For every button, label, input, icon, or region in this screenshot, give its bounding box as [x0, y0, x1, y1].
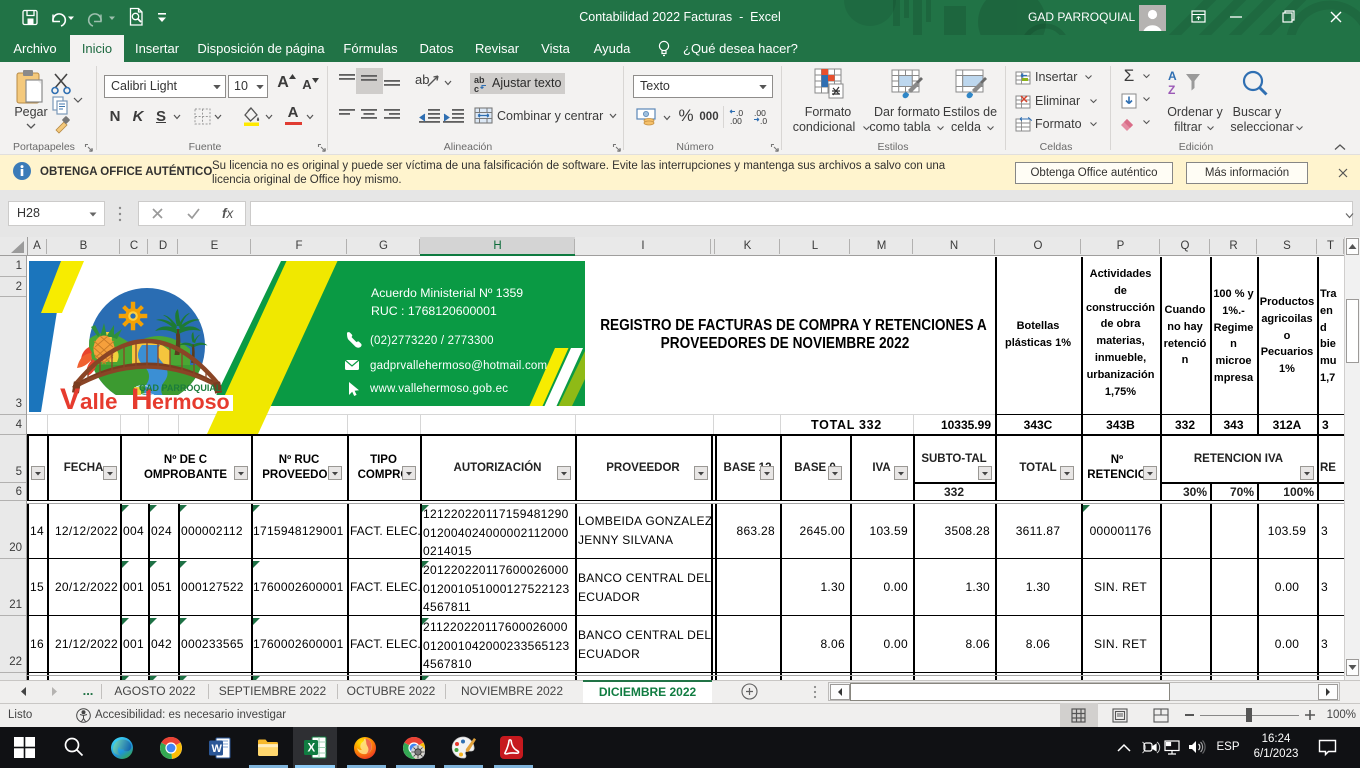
svg-text:X: X [308, 743, 316, 755]
svg-text:W: W [212, 743, 223, 755]
svg-text:Acuerdo Ministerial Nº 1359: Acuerdo Ministerial Nº 1359 [371, 286, 523, 300]
svg-text:.0: .0 [760, 116, 767, 126]
svg-text:A: A [1168, 69, 1177, 83]
svg-text:ermoso: ermoso [152, 390, 230, 414]
svg-text:Z: Z [1168, 83, 1175, 97]
svg-text:c: c [474, 84, 479, 94]
svg-text:www.vallehermoso.gob.ec: www.vallehermoso.gob.ec [369, 383, 508, 395]
svg-text:V: V [60, 383, 80, 416]
svg-text:RUC : 1768120600001: RUC : 1768120600001 [371, 304, 497, 318]
svg-text:.00: .00 [730, 116, 742, 126]
svg-text:GAD PARROQUIAL: GAD PARROQUIAL [139, 383, 222, 393]
svg-text:alle: alle [80, 389, 118, 414]
svg-text:(02)2773220 / 2773300: (02)2773220 / 2773300 [370, 335, 494, 347]
svg-text:gadprvallehermoso@hotmail.com: gadprvallehermoso@hotmail.com [370, 360, 547, 372]
